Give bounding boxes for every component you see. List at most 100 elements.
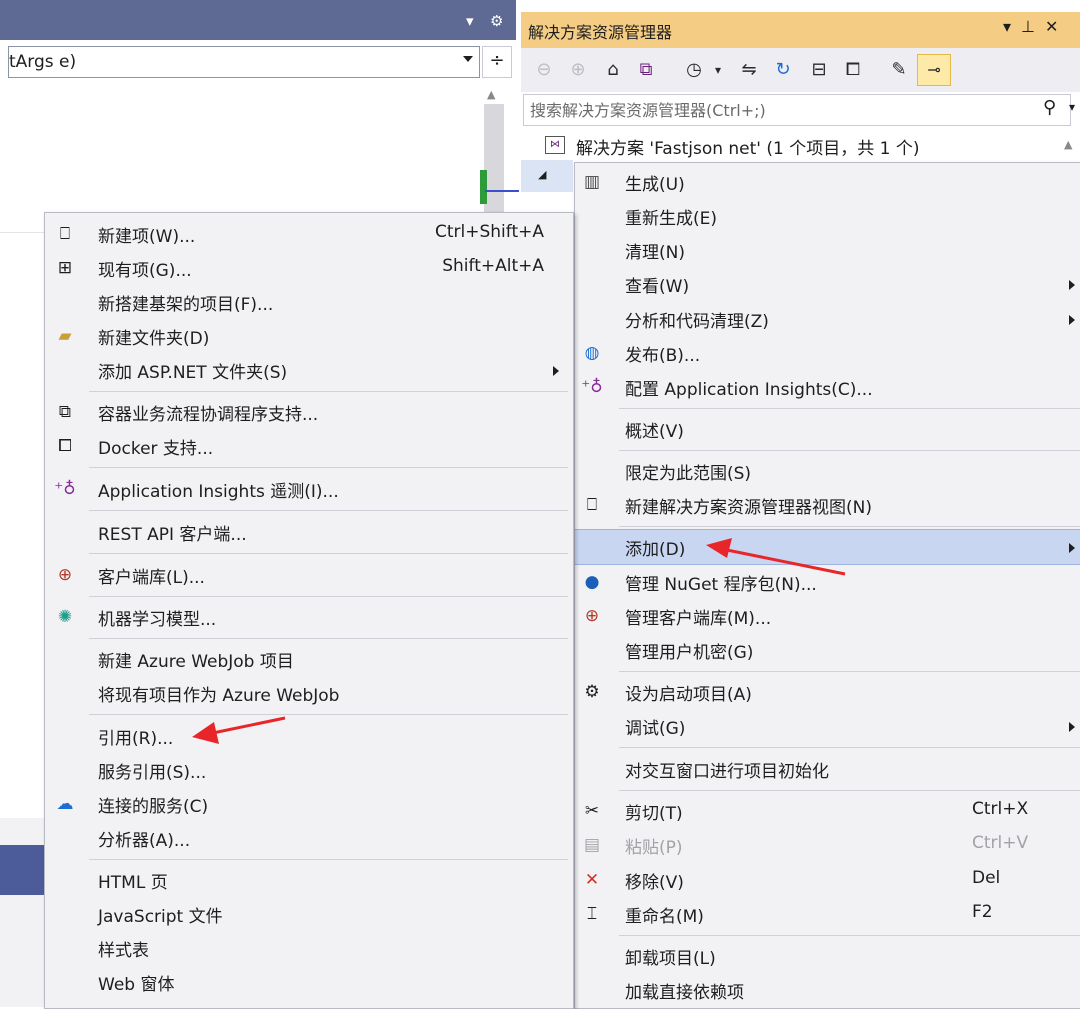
menu-item-paste[interactable]: ▤ 粘贴(P) Ctrl+V	[575, 828, 1080, 862]
project-context-menu: ▥ 生成(U) 重新生成(E) 清理(N) 查看(W) 分析和代码清理(Z) ◍…	[574, 162, 1080, 1009]
menu-item-new-folder[interactable]: ▰ 新建文件夹(D)	[45, 319, 573, 353]
menu-item-add[interactable]: 添加(D)	[575, 529, 1080, 565]
menu-item-existing-webjob[interactable]: 将现有项目作为 Azure WebJob	[45, 676, 573, 710]
submenu-arrow-icon	[553, 366, 559, 376]
back-icon[interactable]: ⊖	[531, 56, 557, 84]
gear-icon[interactable]: ⚙	[490, 12, 503, 30]
menu-item-rest-api-client[interactable]: REST API 客户端...	[45, 515, 573, 549]
dropdown-arrow-icon[interactable]: ▾	[466, 12, 474, 30]
menu-item-web-form[interactable]: Web 窗体	[45, 965, 573, 999]
scroll-up-icon[interactable]: ▲	[487, 88, 495, 101]
sync-icon[interactable]: ⇋	[735, 56, 763, 84]
search-icon[interactable]: ⚲	[1043, 97, 1056, 118]
menu-item-remove[interactable]: ✕ 移除(V) Del	[575, 863, 1080, 897]
submenu-arrow-icon	[1069, 543, 1075, 553]
dropdown-arrow-icon[interactable]: ▾	[1003, 17, 1021, 36]
menu-item-html-page[interactable]: HTML 页	[45, 863, 573, 897]
editor-scrollbar[interactable]	[484, 104, 504, 214]
show-all-files-icon[interactable]: ⧠	[839, 56, 867, 84]
menu-item-existing-item[interactable]: ⊞ 现有项(G)... Shift+Alt+A	[45, 251, 573, 285]
rename-icon: ⌶	[586, 904, 598, 924]
menu-item-debug[interactable]: 调试(G)	[575, 709, 1080, 743]
menu-separator	[619, 526, 1080, 527]
client-library-icon: ⊕	[584, 606, 600, 626]
menu-separator	[619, 935, 1080, 936]
menu-item-overview[interactable]: 概述(V)	[575, 412, 1080, 446]
menu-item-publish[interactable]: ◍ 发布(B)...	[575, 336, 1080, 370]
chevron-down-icon[interactable]: ▾	[711, 56, 725, 84]
collapse-all-icon[interactable]: ⊟	[805, 56, 833, 84]
menu-item-container-orchestrator[interactable]: ⧉ 容器业务流程协调程序支持...	[45, 395, 573, 429]
menu-item-docker-support[interactable]: ⧠ Docker 支持...	[45, 429, 573, 463]
split-editor-button[interactable]: ÷	[482, 46, 512, 78]
menu-item-rebuild[interactable]: 重新生成(E)	[575, 199, 1080, 233]
menu-separator	[619, 671, 1080, 672]
menu-item-configure-app-insights[interactable]: ⁺♁ 配置 Application Insights(C)...	[575, 370, 1080, 404]
ml-model-icon: ✺	[57, 607, 73, 627]
forward-icon[interactable]: ⊕	[565, 56, 591, 84]
menu-item-unload[interactable]: 卸载项目(L)	[575, 939, 1080, 973]
pending-changes-icon[interactable]: ◷	[679, 56, 709, 84]
menu-item-new-item[interactable]: ⎕ 新建项(W)... Ctrl+Shift+A	[45, 217, 573, 251]
menu-item-style-sheet[interactable]: 样式表	[45, 931, 573, 965]
menu-separator	[619, 408, 1080, 409]
change-marker	[480, 170, 487, 204]
new-item-icon: ⎕	[59, 224, 71, 244]
menu-item-javascript-file[interactable]: JavaScript 文件	[45, 897, 573, 931]
menu-item-set-startup[interactable]: ⚙ 设为启动项目(A)	[575, 675, 1080, 709]
menu-item-new-scaffold[interactable]: 新搭建基架的项目(F)...	[45, 285, 573, 319]
menu-item-cut[interactable]: ✂ 剪切(T) Ctrl+X	[575, 794, 1080, 828]
solution-search-box[interactable]	[523, 94, 1071, 126]
add-submenu: ⎕ 新建项(W)... Ctrl+Shift+A ⊞ 现有项(G)... Shi…	[44, 212, 574, 1009]
menu-item-clean[interactable]: 清理(N)	[575, 233, 1080, 267]
menu-item-new-webjob[interactable]: 新建 Azure WebJob 项目	[45, 642, 573, 676]
menu-separator	[89, 596, 568, 597]
menu-item-scope-to-this[interactable]: 限定为此范围(S)	[575, 454, 1080, 488]
menu-item-view[interactable]: 查看(W)	[575, 267, 1080, 301]
menu-item-ml-model[interactable]: ✺ 机器学习模型...	[45, 600, 573, 634]
menu-separator	[89, 859, 568, 860]
caret-marker	[485, 190, 519, 192]
solution-icon: ⋈	[545, 136, 565, 154]
method-dropdown[interactable]: tArgs e)	[8, 46, 480, 78]
menu-item-connected-service[interactable]: ☁ 连接的服务(C)	[45, 787, 573, 821]
solution-node[interactable]: 解决方案 'Fastjson net' (1 个项目，共 1 个)	[576, 134, 919, 159]
pin-icon[interactable]: ⊥	[1021, 17, 1045, 36]
remove-x-icon: ✕	[584, 870, 600, 890]
preview-selected-icon[interactable]: ⊸	[917, 54, 951, 86]
menu-item-load-direct-deps[interactable]: 加载直接依赖项	[575, 973, 1080, 1007]
new-view-icon: ⎕	[586, 495, 598, 515]
menu-item-build[interactable]: ▥ 生成(U)	[575, 165, 1080, 199]
menu-item-analyze[interactable]: 分析和代码清理(Z)	[575, 302, 1080, 336]
scroll-up-icon[interactable]: ▲	[1064, 138, 1072, 151]
properties-icon[interactable]: ✎	[885, 56, 913, 84]
menu-item-manage-user-secrets[interactable]: 管理用户机密(G)	[575, 633, 1080, 667]
menu-item-app-insights[interactable]: ⁺♁ Application Insights 遥测(I)...	[45, 472, 573, 506]
menu-item-rename[interactable]: ⌶ 重命名(M) F2	[575, 897, 1080, 931]
menu-item-reference[interactable]: 引用(R)...	[45, 719, 573, 753]
menu-item-manage-client-libs[interactable]: ⊕ 管理客户端库(M)...	[575, 599, 1080, 633]
refresh-icon[interactable]: ↻	[769, 56, 797, 84]
home-icon[interactable]: ⌂	[599, 56, 627, 84]
close-icon[interactable]: ✕	[1045, 17, 1068, 36]
menu-item-aspnet-folder[interactable]: 添加 ASP.NET 文件夹(S)	[45, 353, 573, 387]
switch-views-icon[interactable]: ⧉	[631, 56, 661, 84]
expand-triangle-icon[interactable]: ◢	[538, 168, 546, 181]
solution-search-input[interactable]	[528, 98, 1037, 122]
build-icon: ▥	[583, 172, 601, 192]
menu-item-client-library[interactable]: ⊕ 客户端库(L)...	[45, 558, 573, 592]
app-insights-icon: ⁺♁	[54, 479, 76, 499]
client-library-icon: ⊕	[57, 565, 73, 585]
docker-icon: ⧠	[58, 436, 72, 456]
menu-item-init-interactive[interactable]: 对交互窗口进行项目初始化	[575, 752, 1080, 786]
search-options-icon[interactable]: ▾	[1069, 100, 1075, 114]
project-node[interactable]	[521, 160, 573, 192]
editor-divider	[0, 232, 44, 233]
menu-item-new-se-view[interactable]: ⎕ 新建解决方案资源管理器视图(N)	[575, 488, 1080, 522]
menu-item-analyzer[interactable]: 分析器(A)...	[45, 821, 573, 855]
window-controls: ▾⊥✕	[1003, 17, 1068, 36]
submenu-arrow-icon	[1069, 722, 1075, 732]
menu-item-manage-nuget[interactable]: ● 管理 NuGet 程序包(N)...	[575, 565, 1080, 599]
menu-item-service-reference[interactable]: 服务引用(S)...	[45, 753, 573, 787]
lower-pane-header	[0, 845, 44, 895]
